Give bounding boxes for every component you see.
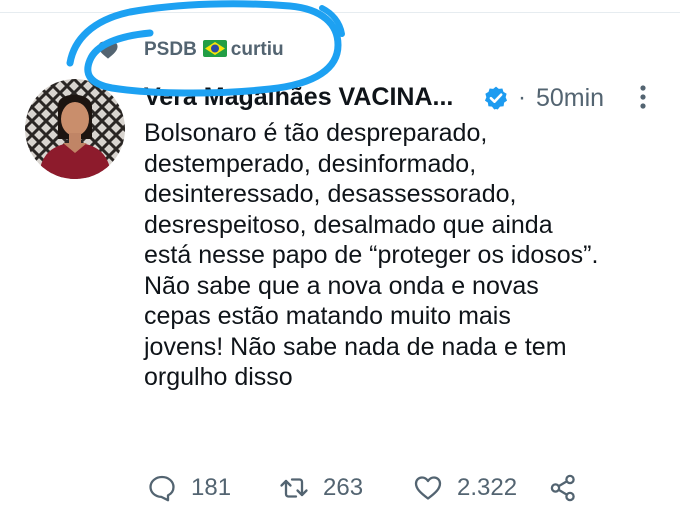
header-separator: · [518,84,526,111]
verified-badge-icon [484,86,508,110]
author-avatar[interactable] [25,79,125,179]
tweet-timestamp[interactable]: 50min [536,84,604,113]
tweet-text-line: jovens! Não sabe nada de nada e tem [144,332,567,361]
more-options-icon[interactable] [633,83,653,111]
tweet-screen: PSDB curtiu Vera Magalhães VACINA... · 50… [0,0,680,521]
reply-icon [149,475,175,502]
author-name[interactable]: Vera Magalhães VACINA... [144,83,453,112]
brazil-flag-icon [202,40,227,57]
tweet-text-line: orgulho disso [144,363,293,391]
context-account[interactable]: PSDB [144,39,197,60]
tweet-text-line: está nesse papo de “proteger os idosos”. [144,241,599,269]
retweet-icon [280,478,308,498]
share-icon [550,474,575,502]
context-action: curtiu [230,39,284,60]
liked-heart-icon [98,41,118,59]
tweet-text-line: desinteressado, desassessorado, [144,180,517,208]
tweet-text: Bolsonaro é tão despreparado, destempera… [144,118,674,393]
like-count: 2.322 [457,474,518,501]
tweet-text-line: Não sabe que a nova onda e novas [144,271,539,300]
tweet-text-line: cepas estão matando muito mais [144,302,511,330]
tweet-text-line: destemperado, desinformado, [144,149,477,178]
retweet-button[interactable]: 263 [279,470,363,506]
tweet-text-line: desrespeitoso, desalmado que ainda [144,210,553,239]
share-button[interactable] [548,470,578,506]
reply-button[interactable]: 181 [147,470,231,506]
top-divider [0,12,680,13]
reply-count: 181 [191,474,232,501]
retweet-count: 263 [323,474,364,501]
tweet-action-bar: 181 263 2.322 [0,470,680,506]
tweet-text-line: Bolsonaro é tão despreparado, [144,119,488,147]
context-text: PSDB curtiu [144,39,284,61]
heart-icon [414,476,442,500]
like-button[interactable]: 2.322 [413,470,517,506]
